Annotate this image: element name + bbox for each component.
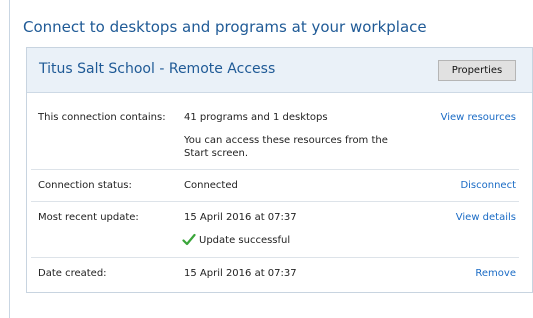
remoteapp-window: Connect to desktops and programs at your… — [0, 0, 533, 318]
update-result: Update successful — [199, 235, 291, 246]
connection-panel: Titus Salt School - Remote Access Proper… — [26, 47, 533, 293]
contains-label: This connection contains: — [38, 112, 166, 123]
update-value: 15 April 2016 at 07:37 — [184, 212, 297, 223]
connection-header: Titus Salt School - Remote Access Proper… — [27, 48, 532, 93]
contains-value: 41 programs and 1 desktops — [184, 112, 328, 123]
view-details-link[interactable]: View details — [456, 212, 516, 223]
properties-button[interactable]: Properties — [438, 60, 516, 81]
row-divider — [31, 201, 519, 202]
remove-link[interactable]: Remove — [475, 268, 516, 279]
row-divider — [31, 257, 519, 258]
update-label: Most recent update: — [38, 212, 139, 223]
disconnect-link[interactable]: Disconnect — [460, 180, 516, 191]
row-divider — [31, 169, 519, 170]
contains-note: You can access these resources from the … — [184, 135, 388, 159]
created-label: Date created: — [38, 268, 107, 279]
checkmark-icon — [182, 233, 196, 246]
status-value: Connected — [184, 180, 238, 191]
connection-title: Titus Salt School - Remote Access — [39, 61, 276, 77]
page-heading: Connect to desktops and programs at your… — [23, 18, 427, 36]
created-value: 15 April 2016 at 07:37 — [184, 268, 297, 279]
window-left-border — [9, 0, 10, 318]
status-label: Connection status: — [38, 180, 132, 191]
view-resources-link[interactable]: View resources — [441, 112, 516, 123]
